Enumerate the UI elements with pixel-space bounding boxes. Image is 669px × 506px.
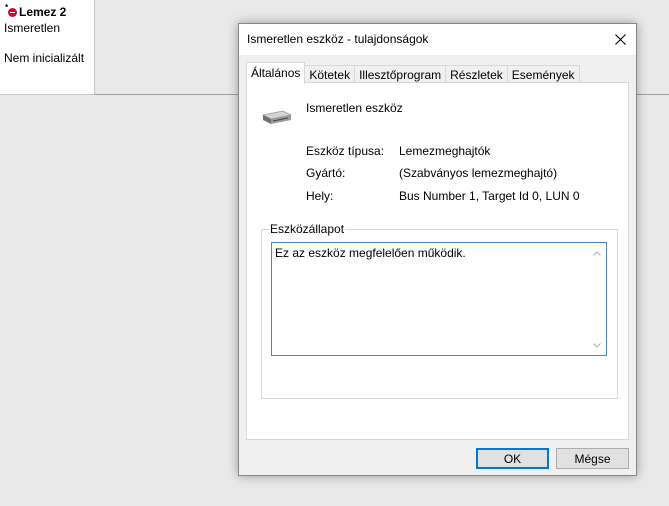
prop-value-location: Bus Number 1, Target Id 0, LUN 0 — [399, 189, 580, 203]
disk-title: * Lemez 2 — [5, 3, 67, 19]
device-status-legend: Eszközállapot — [269, 222, 346, 236]
disk-state: Nem inicializált — [4, 51, 85, 65]
scroll-down-icon[interactable] — [592, 341, 602, 349]
tab-volumes[interactable]: Kötetek — [304, 65, 356, 83]
cancel-button[interactable]: Mégse — [556, 448, 629, 469]
device-status-textbox[interactable]: Ez az eszköz megfelelően működik. — [271, 242, 607, 356]
prop-value-manufacturer: (Szabványos lemezmeghajtó) — [399, 166, 558, 180]
scroll-up-icon[interactable] — [592, 249, 602, 257]
device-name: Ismeretlen eszköz — [306, 101, 403, 115]
device-status-group: Eszközállapot Ez az eszköz megfelelően m… — [261, 222, 618, 399]
tab-driver[interactable]: Illesztőprogram — [354, 65, 447, 83]
tab-events[interactable]: Események — [506, 65, 580, 83]
hard-disk-icon — [261, 110, 293, 124]
tab-content-general: Ismeretlen eszköz Eszköz típusa: Lemezme… — [246, 82, 629, 440]
properties-dialog: Ismeretlen eszköz - tulajdonságok Általá… — [238, 23, 637, 476]
tab-bar: Általános Kötetek Illesztőprogram Részle… — [246, 62, 580, 84]
dialog-title: Ismeretlen eszköz - tulajdonságok — [247, 32, 429, 46]
disk-error-icon — [8, 7, 17, 17]
tab-general[interactable]: Általános — [246, 62, 306, 84]
titlebar[interactable]: Ismeretlen eszköz - tulajdonságok — [239, 24, 636, 55]
prop-label-type: Eszköz típusa: — [306, 144, 385, 158]
disk-title-label: Lemez 2 — [19, 5, 67, 19]
tab-details[interactable]: Részletek — [445, 65, 508, 83]
close-button[interactable] — [604, 24, 636, 55]
close-icon — [614, 34, 626, 45]
disk-panel[interactable]: * Lemez 2 Ismeretlen Nem inicializált — [0, 0, 95, 95]
prop-label-manufacturer: Gyártó: — [306, 166, 346, 180]
disk-type: Ismeretlen — [4, 21, 61, 35]
device-status-text: Ez az eszköz megfelelően működik. — [275, 246, 466, 260]
prop-value-type: Lemezmeghajtók — [399, 144, 491, 158]
ok-button[interactable]: OK — [476, 448, 549, 469]
prop-label-location: Hely: — [306, 189, 334, 203]
